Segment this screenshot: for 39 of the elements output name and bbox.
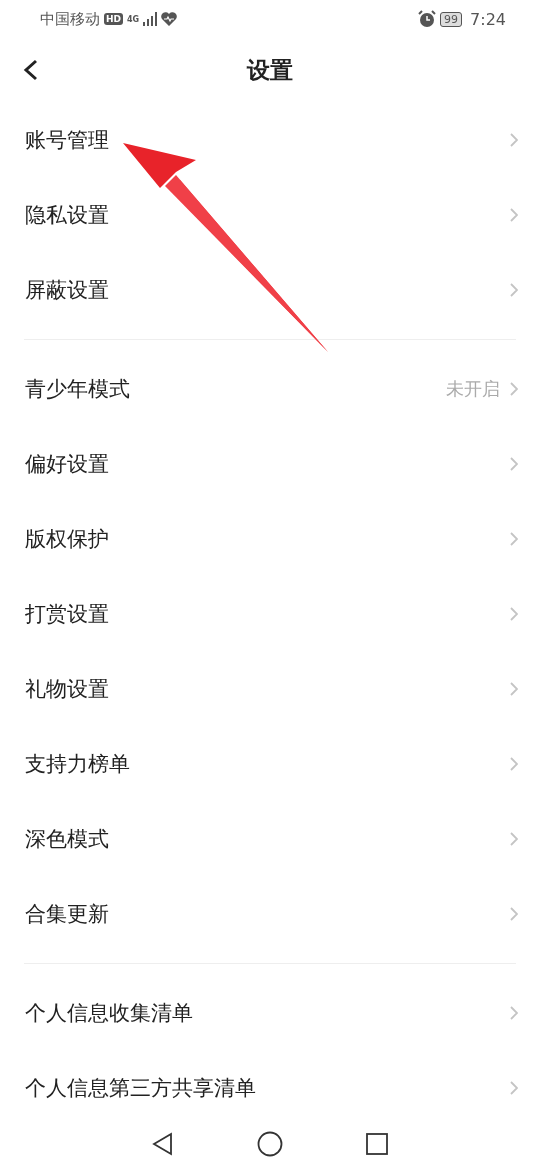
settings-item[interactable]: 合集更新 — [0, 876, 540, 951]
chevron-icon — [510, 1005, 518, 1020]
network-type: 4G — [127, 14, 140, 24]
status-value: 未开启 — [446, 376, 500, 401]
chevron-icon — [510, 132, 518, 147]
settings-item[interactable]: 偏好设置 — [0, 426, 540, 501]
settings-item[interactable]: 青少年模式 未开启 — [0, 351, 540, 426]
chevron-icon — [510, 756, 518, 771]
settings-item[interactable]: 隐私设置 — [0, 177, 540, 252]
chevron-icon — [510, 207, 518, 222]
settings-item[interactable]: 个人信息收集清单 — [0, 975, 540, 1050]
signal-icon — [143, 12, 158, 26]
home-nav-button[interactable] — [257, 1130, 283, 1157]
chevron-icon — [510, 681, 518, 696]
settings-item[interactable]: 深色模式 — [0, 801, 540, 876]
chevron-icon — [510, 606, 518, 621]
chevron-icon — [510, 831, 518, 846]
chevron-icon — [510, 906, 518, 921]
settings-item[interactable]: 版权保护 — [0, 501, 540, 576]
chevron-icon — [510, 456, 518, 471]
chevron-icon — [510, 531, 518, 546]
chevron-icon — [510, 1080, 518, 1095]
clock-time: 7:24 — [470, 9, 506, 29]
settings-item[interactable]: 支持力榜单 — [0, 726, 540, 801]
hd-badge: HD — [104, 13, 123, 25]
back-nav-button[interactable] — [151, 1131, 175, 1156]
settings-item[interactable]: 个人信息第三方共享清单 — [0, 1050, 540, 1125]
carrier-name: 中国移动 — [40, 9, 100, 29]
settings-item[interactable]: 打赏设置 — [0, 576, 540, 651]
chevron-icon — [510, 381, 518, 396]
settings-item[interactable]: 礼物设置 — [0, 651, 540, 726]
alarm-icon — [418, 10, 437, 28]
chevron-icon — [510, 282, 518, 297]
battery-level: 99 — [440, 11, 463, 27]
settings-item[interactable]: 屏蔽设置 — [0, 252, 540, 327]
recents-nav-button[interactable] — [365, 1131, 389, 1156]
settings-item[interactable]: 账号管理 — [0, 102, 540, 177]
page-title: 设置 — [247, 55, 293, 85]
heart-rate-icon — [161, 12, 178, 26]
